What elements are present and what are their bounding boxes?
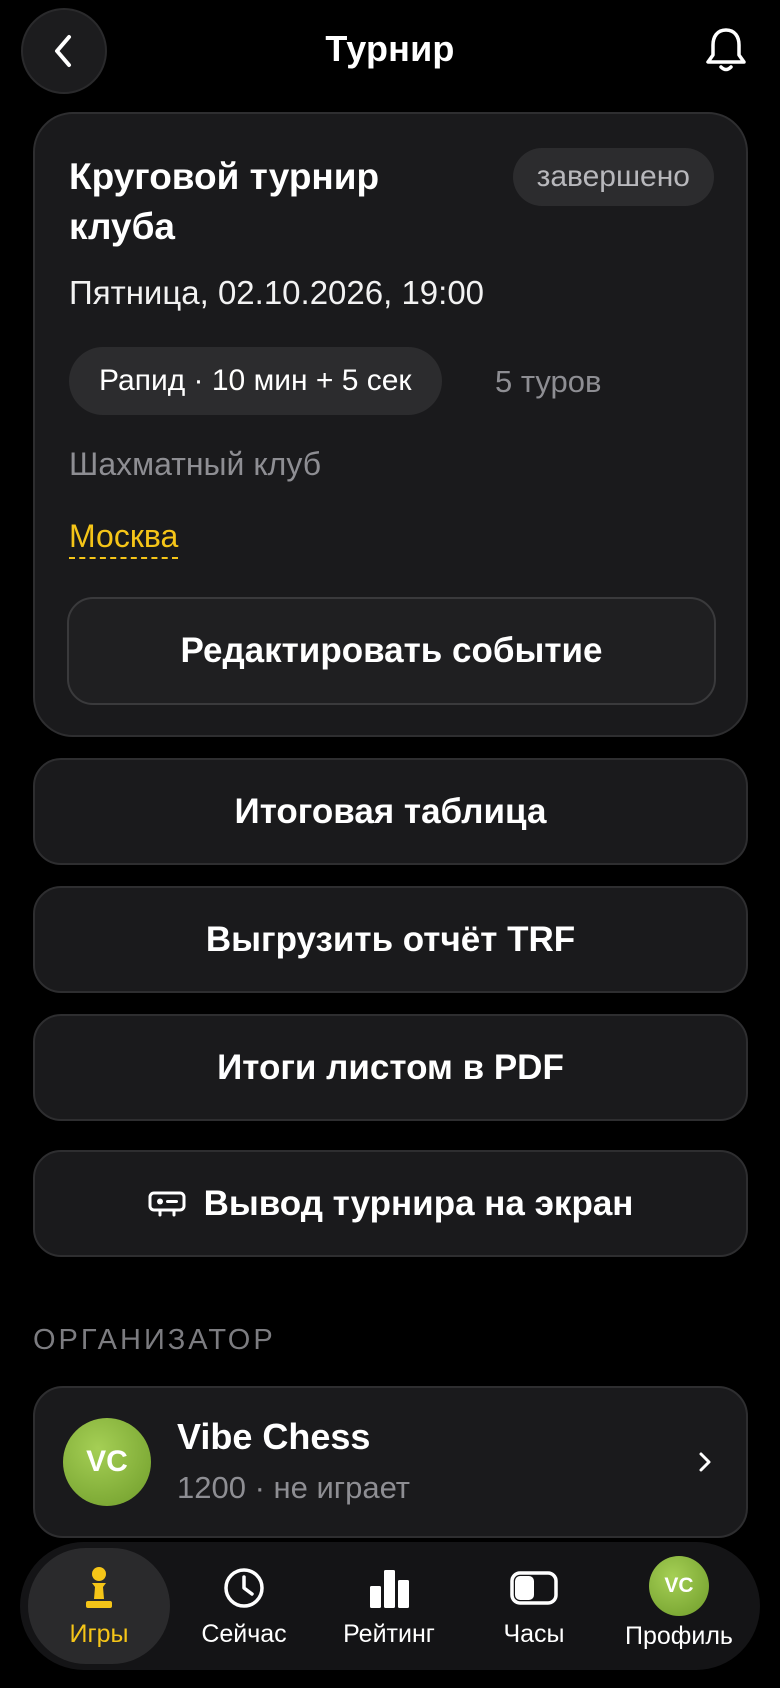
nav-item-clock[interactable]: Часы xyxy=(463,1548,605,1664)
nav-label-profile: Профиль xyxy=(625,1622,733,1650)
time-control-chip: Рапид · 10 мин + 5 сек xyxy=(69,347,442,415)
clock-icon xyxy=(218,1562,270,1614)
event-card: Круговой турнир клуба завершено Пятница,… xyxy=(33,112,748,737)
notifications-button[interactable] xyxy=(700,24,752,76)
display-icon xyxy=(148,1191,186,1216)
bottom-navigation: Игры Сейчас Рейтинг Часы VC Профиль xyxy=(20,1542,760,1670)
organizer-section-label: ОРГАНИЗАТОР xyxy=(33,1324,276,1356)
pdf-results-label: Итоги листом в PDF xyxy=(217,1047,564,1087)
status-badge: завершено xyxy=(512,148,714,206)
screen-output-button[interactable]: Вывод турнира на экран xyxy=(33,1150,748,1257)
event-title: Круговой турнир клуба xyxy=(69,156,380,247)
chevron-right-icon xyxy=(699,1452,711,1472)
organizer-avatar: VC xyxy=(63,1418,151,1506)
nav-item-games[interactable]: Игры xyxy=(28,1548,170,1664)
top-bar: Турнир xyxy=(0,0,780,110)
pawn-icon xyxy=(73,1562,125,1614)
nav-item-rating[interactable]: Рейтинг xyxy=(318,1548,460,1664)
pdf-results-button[interactable]: Итоги листом в PDF xyxy=(33,1014,748,1121)
page-title: Турнир xyxy=(325,28,455,69)
organizer-subtitle: 1200 · не играет xyxy=(177,1470,410,1505)
city-link[interactable]: Москва xyxy=(69,518,179,559)
nav-item-profile[interactable]: VC Профиль xyxy=(608,1548,750,1664)
edit-event-button[interactable]: Редактировать событие xyxy=(67,597,716,705)
rounds-count: 5 туров xyxy=(495,364,602,399)
screen-output-label: Вывод турнира на экран xyxy=(203,1183,634,1223)
bell-icon xyxy=(706,28,746,72)
nav-label-clock: Часы xyxy=(503,1620,565,1648)
organizer-card[interactable]: VC Vibe Chess 1200 · не играет xyxy=(33,1386,748,1538)
nav-label-now: Сейчас xyxy=(201,1620,287,1648)
organizer-name: Vibe Chess xyxy=(177,1416,371,1457)
trf-export-button[interactable]: Выгрузить отчёт TRF xyxy=(33,886,748,993)
trf-export-label: Выгрузить отчёт TRF xyxy=(205,919,576,959)
profile-avatar: VC xyxy=(649,1556,709,1616)
club-name: Шахматный клуб xyxy=(69,446,322,482)
standings-label: Итоговая таблица xyxy=(234,791,547,831)
tournament-screen: Турнир Круговой турнир клуба завершено П… xyxy=(0,0,780,1688)
nav-label-rating: Рейтинг xyxy=(343,1620,435,1648)
standings-button[interactable]: Итоговая таблица xyxy=(33,758,748,865)
toggle-clock-icon xyxy=(508,1562,560,1614)
nav-label-games: Игры xyxy=(69,1620,129,1648)
nav-item-now[interactable]: Сейчас xyxy=(173,1548,315,1664)
event-date: Пятница, 02.10.2026, 19:00 xyxy=(69,274,485,311)
bar-chart-icon xyxy=(363,1562,415,1614)
